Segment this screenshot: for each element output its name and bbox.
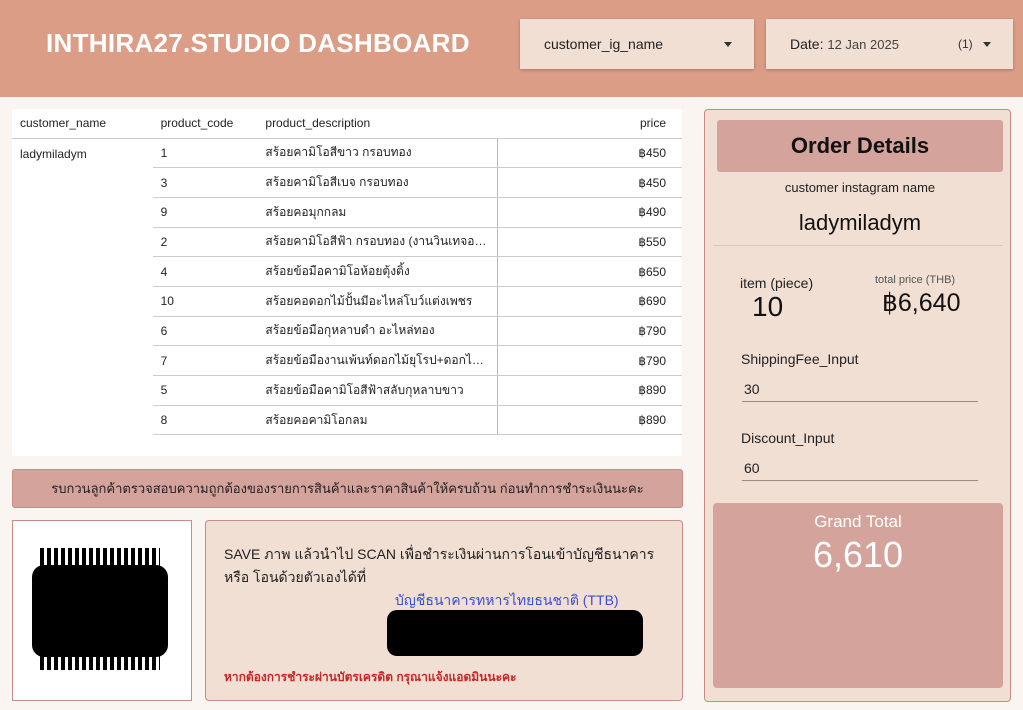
cell-product-description: สร้อยคอคามิโอกลม xyxy=(257,405,498,436)
cell-product-code: 1 xyxy=(152,138,258,169)
customer-name-label: customer instagram name xyxy=(784,180,936,195)
table-header-row: customer_name product_code product_descr… xyxy=(12,109,682,139)
cell-product-code: 10 xyxy=(152,286,258,317)
chevron-down-icon xyxy=(724,42,732,47)
cell-product-description: สร้อยข้อมือคามิโอห้อยตุ้งติ้ง xyxy=(257,256,498,287)
date-count: (1) xyxy=(958,37,973,51)
cell-customer-name xyxy=(12,405,153,435)
verification-banner: รบกวนลูกค้าตรวจสอบความถูกต้องของรายการสิ… xyxy=(12,469,683,508)
cell-price: ฿790 xyxy=(497,345,682,376)
column-header[interactable]: customer_name xyxy=(12,109,153,139)
cell-price: ฿450 xyxy=(497,138,682,169)
cell-price: ฿490 xyxy=(497,197,682,228)
table-row[interactable]: 8 สร้อยคอคามิโอกลม ฿890 xyxy=(12,405,682,436)
date-filter-label: Date: 12 Jan 2025 xyxy=(790,36,899,52)
cell-product-code: 6 xyxy=(152,316,258,347)
chevron-down-icon xyxy=(983,42,991,47)
cell-customer-name xyxy=(12,197,153,227)
shipping-fee-input[interactable] xyxy=(742,376,978,402)
cell-price: ฿890 xyxy=(497,405,682,436)
cell-product-description: สร้อยคอดอกไม้ปั้นมีอะไหล่โบว์แต่งเพชร xyxy=(257,286,498,317)
cell-customer-name xyxy=(12,346,153,376)
cell-customer-name xyxy=(12,257,153,287)
cell-product-description: สร้อยข้อมือกุหลาบดำ อะไหล่ทอง xyxy=(257,316,498,347)
grand-total-value: 6,610 xyxy=(812,534,904,575)
cell-price: ฿890 xyxy=(497,375,682,406)
discount-label: Discount_Input xyxy=(741,430,835,446)
item-count-label: item (piece) xyxy=(740,275,814,291)
order-details-title: Order Details xyxy=(717,120,1003,172)
cell-price: ฿450 xyxy=(497,167,682,198)
column-header[interactable]: price xyxy=(497,109,682,139)
cell-customer-name: ladymiladym xyxy=(20,146,87,161)
item-count-value: 10 xyxy=(752,291,784,322)
cell-product-description: สร้อยคามิโอสีขาว กรอบทอง xyxy=(257,138,498,169)
table-row[interactable]: 9 สร้อยคอมุกกลม ฿490 xyxy=(12,197,682,228)
bank-account-link[interactable]: บัญชีธนาคารทหารไทยธนชาติ (TTB) xyxy=(395,590,619,612)
cell-product-description: สร้อยคอมุกกลม xyxy=(257,197,498,228)
cell-product-code: 2 xyxy=(152,227,258,258)
cell-price: ฿650 xyxy=(497,256,682,287)
table-row[interactable]: 6 สร้อยข้อมือกุหลาบดำ อะไหล่ทอง ฿790 xyxy=(12,316,682,347)
cell-product-code: 7 xyxy=(152,345,258,376)
cell-product-description: สร้อยคามิโอสีเบจ กรอบทอง xyxy=(257,167,498,198)
customer-filter-label: customer_ig_name xyxy=(544,36,664,52)
order-items-table: customer_name product_code product_descr… xyxy=(12,109,682,456)
cell-product-code: 8 xyxy=(152,405,258,436)
cell-price: ฿550 xyxy=(497,227,682,258)
dashboard-title: INTHIRA27.STUDIO DASHBOARD xyxy=(46,28,470,58)
table-row[interactable]: 7 สร้อยข้อมืองานเพ้นท์ดอกไม้ยุโรป+ดอกไม้.… xyxy=(12,345,682,376)
cell-customer-name xyxy=(12,227,153,257)
redacted-block xyxy=(387,610,643,656)
cell-customer-name xyxy=(12,286,153,316)
table-row[interactable]: 10 สร้อยคอดอกไม้ปั้นมีอะไหล่โบว์แต่งเพชร฿… xyxy=(12,286,682,317)
cell-price: ฿790 xyxy=(497,316,682,347)
date-value: 12 Jan 2025 xyxy=(827,37,899,52)
cell-product-code: 3 xyxy=(152,167,258,198)
column-header[interactable]: product_description xyxy=(257,109,498,139)
cell-product-code: 4 xyxy=(152,256,258,287)
discount-input[interactable] xyxy=(742,455,978,481)
payment-instruction: SAVE ภาพ แล้วนำไป SCAN เพื่อชำระเงินผ่าน… xyxy=(224,546,655,585)
shipping-fee-label: ShippingFee_Input xyxy=(741,351,859,367)
date-filter-dropdown[interactable]: Date: 12 Jan 2025 (1) xyxy=(766,19,1013,69)
customer-name-value: ladymiladym xyxy=(798,210,922,235)
cell-customer-name xyxy=(12,316,153,346)
table-row[interactable]: 5 สร้อยข้อมือคามิโอสีฟ้าสลับกุหลาบขาว ฿890 xyxy=(12,375,682,406)
cell-product-description: สร้อยข้อมืองานเพ้นท์ดอกไม้ยุโรป+ดอกไม้..… xyxy=(257,345,498,376)
table-row[interactable]: ladymiladym 1 สร้อยคามิโอสีขาว กรอบทอง ฿450 xyxy=(12,138,682,169)
credit-card-warning: หากต้องการชำระผ่านบัตรเครดิต กรุณาแจ้งแอ… xyxy=(224,670,517,684)
cell-product-description: สร้อยคามิโอสีฟ้า กรอบทอง (งานวินเทจออ... xyxy=(257,227,498,258)
table-row[interactable]: 4 สร้อยข้อมือคามิโอห้อยตุ้งติ้ง ฿650 xyxy=(12,256,682,287)
grand-total-label: Grand Total xyxy=(814,512,902,531)
cell-product-code: 9 xyxy=(152,197,258,228)
cell-price: ฿690 xyxy=(497,286,682,317)
cell-customer-name xyxy=(12,376,153,406)
customer-filter-dropdown[interactable]: customer_ig_name xyxy=(520,19,754,69)
total-price-value: ฿6,640 xyxy=(882,289,961,317)
table-row[interactable]: 3 สร้อยคามิโอสีเบจ กรอบทอง ฿450 xyxy=(12,167,682,198)
redacted-block xyxy=(32,565,168,657)
cell-product-description: สร้อยข้อมือคามิโอสีฟ้าสลับกุหลาบขาว xyxy=(257,375,498,406)
divider xyxy=(713,245,1003,246)
cell-product-code: 5 xyxy=(152,375,258,406)
column-header[interactable]: product_code xyxy=(152,109,258,139)
total-price-label: total price (THB) xyxy=(875,274,956,286)
cell-customer-name xyxy=(12,168,153,198)
table-row[interactable]: 2 สร้อยคามิโอสีฟ้า กรอบทอง (งานวินเทจออ..… xyxy=(12,227,682,258)
